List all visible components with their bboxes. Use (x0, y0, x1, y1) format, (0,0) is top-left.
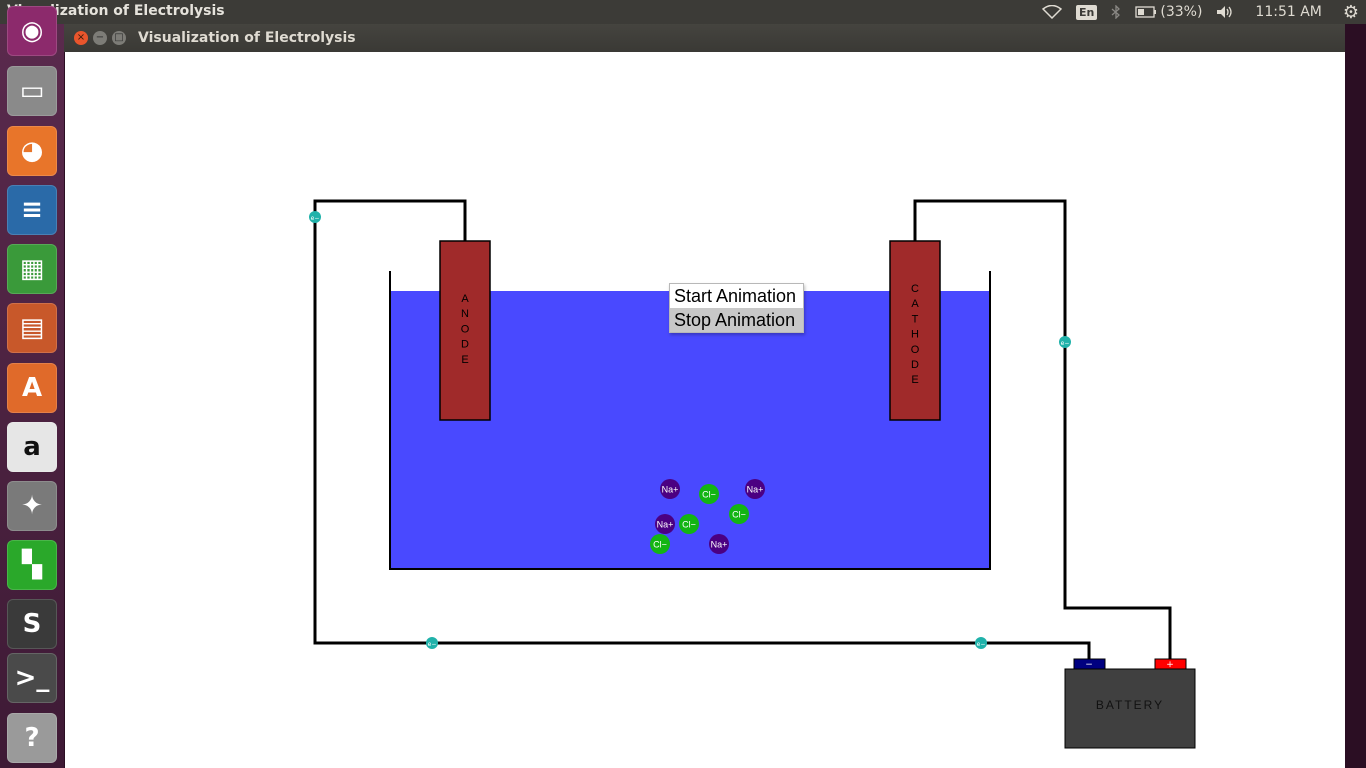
desktop-edge (1345, 24, 1366, 768)
close-button[interactable]: × (74, 31, 88, 45)
stop-animation-item[interactable]: Stop Animation (670, 308, 803, 332)
help-icon[interactable]: ? (7, 713, 57, 763)
battery-label: BATTERY (1096, 698, 1164, 712)
calc-icon[interactable]: ▦ (7, 244, 57, 294)
chloride-ion: Cl− (679, 514, 699, 534)
chloride-ion: Cl− (729, 504, 749, 524)
firefox-icon[interactable]: ◕ (7, 126, 57, 176)
animation-context-menu: Start Animation Stop Animation (669, 283, 804, 333)
clock[interactable]: 11:51 AM (1241, 0, 1335, 24)
writer-icon[interactable]: ≡ (7, 185, 57, 235)
keyboard-layout-indicator[interactable]: En (1069, 0, 1104, 24)
battery-percent: (33%) (1160, 4, 1203, 20)
sodium-ion: Na+ (709, 534, 729, 554)
settings-gear-icon[interactable]: ⚙ (1336, 0, 1366, 24)
electron-label: e− (977, 641, 986, 648)
app-window: × − □ Visualization of Electrolysis ANOD… (64, 24, 1345, 768)
amazon-icon[interactable]: a (7, 422, 57, 472)
start-animation-item[interactable]: Start Animation (670, 284, 803, 308)
ion-label: Na+ (657, 520, 674, 530)
ion-label: Cl− (682, 520, 696, 530)
anode-label: ANODE (461, 293, 470, 366)
window-title: Visualization of Electrolysis (138, 30, 356, 46)
launcher: ◉ ▭ ◕ ≡ ▦ ▤ Aa ✦ ▚ S >_? (0, 6, 64, 768)
ion-label: Cl− (732, 510, 746, 520)
sublime-text-icon[interactable]: S (7, 599, 57, 649)
electron-1: e− (309, 211, 321, 223)
electron-label: e− (311, 215, 320, 222)
battery-plus-label: + (1166, 660, 1174, 670)
lang-label: En (1076, 4, 1098, 20)
electron-label: e− (1061, 340, 1070, 347)
cathode-label: CATHODE (911, 283, 920, 386)
ion-label: Cl− (702, 490, 716, 500)
maximize-button[interactable]: □ (112, 31, 126, 45)
chloride-ion: Cl− (650, 534, 670, 554)
window-titlebar[interactable]: × − □ Visualization of Electrolysis (64, 24, 1345, 52)
electron-2: e− (1059, 336, 1071, 348)
software-center-icon[interactable]: A (7, 363, 57, 413)
system-tray: En (33%) 11:51 AM ⚙ (1035, 0, 1366, 24)
electrolysis-canvas[interactable]: ANODE CATHODE BATTERY − + e− e− e− e− Na+ Cl… (65, 52, 1345, 768)
minimize-button[interactable]: − (93, 31, 107, 45)
electron-label: e− (428, 641, 437, 648)
battery-icon (1135, 6, 1157, 18)
bluetooth-icon[interactable] (1104, 0, 1128, 24)
battery-minus-label: − (1085, 660, 1093, 670)
wifi-icon[interactable] (1035, 0, 1069, 24)
electron-4: e− (975, 637, 987, 649)
ubuntu-dash-icon[interactable]: ◉ (7, 6, 57, 56)
electrolysis-scene: ANODE CATHODE BATTERY − + e− e− e− e− Na+ Cl… (309, 199, 1196, 749)
sodium-ion: Na+ (660, 479, 680, 499)
ion-label: Na+ (711, 540, 728, 550)
volume-icon[interactable] (1209, 0, 1241, 24)
ion-label: Cl− (653, 540, 667, 550)
sodium-ion: Na+ (745, 479, 765, 499)
system-settings-icon[interactable]: ✦ (7, 481, 57, 531)
files-icon[interactable]: ▭ (7, 66, 57, 116)
ion-label: Na+ (662, 485, 679, 495)
sodium-ion: Na+ (655, 514, 675, 534)
terminal-icon[interactable]: >_ (7, 653, 57, 703)
battery-indicator[interactable]: (33%) (1128, 0, 1209, 24)
impress-icon[interactable]: ▤ (7, 303, 57, 353)
chloride-ion: Cl− (699, 484, 719, 504)
electron-3: e− (426, 637, 438, 649)
top-panel: Visualization of Electrolysis En (33%) 1… (0, 0, 1366, 24)
ion-label: Na+ (747, 485, 764, 495)
game-icon[interactable]: ▚ (7, 540, 57, 590)
